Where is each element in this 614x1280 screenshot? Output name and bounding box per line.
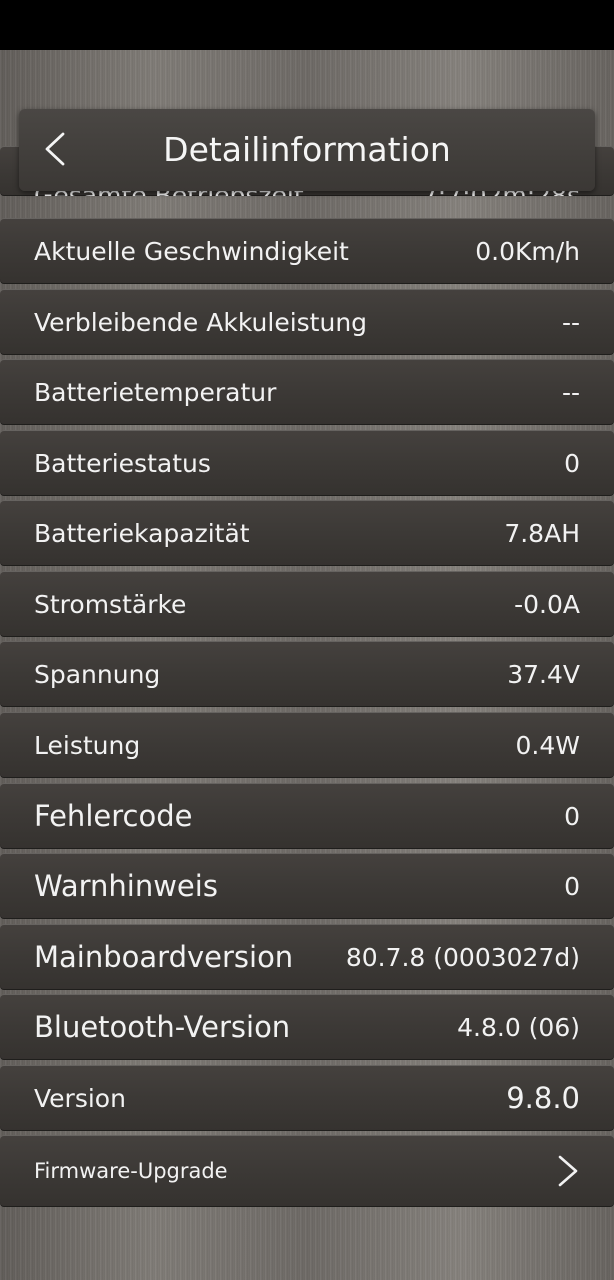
list-item-label: Aktuelle Geschwindigkeit — [34, 236, 349, 266]
list-item-label: Leistung — [34, 730, 141, 760]
firmware-upgrade-button[interactable]: Firmware-Upgrade — [0, 1135, 614, 1207]
list-item-label: Batteriekapazität — [34, 518, 250, 548]
list-item-value: 0 — [564, 871, 580, 901]
list-item-value: 0 — [564, 448, 580, 478]
list-item-value: 0 — [564, 801, 580, 831]
list-item-value: 0.4W — [515, 730, 580, 760]
list-item-label: Warnhinweis — [34, 869, 218, 903]
list-item-warning: Warnhinweis 0 — [0, 853, 614, 919]
list-item-label: Version — [34, 1083, 126, 1113]
list-item-current: Stromstärke -0.0A — [0, 571, 614, 637]
list-item-current-speed: Aktuelle Geschwindigkeit 0.0Km/h — [0, 218, 614, 284]
list-item-value: 37.4V — [507, 659, 580, 689]
list-item-battery-status: Batteriestatus 0 — [0, 430, 614, 496]
list-item-bluetooth-version: Bluetooth-Version 4.8.0 (06) — [0, 994, 614, 1060]
list-item-value: -- — [561, 377, 580, 407]
list-item-label: Batteriestatus — [34, 448, 211, 478]
list-item-error-code: Fehlercode 0 — [0, 783, 614, 849]
list-item-value: 9.8.0 — [506, 1081, 580, 1115]
list-item-mainboard-version: Mainboardversion 80.7.8 (0003027d) — [0, 924, 614, 990]
list-item-value: -- — [561, 307, 580, 337]
header-bar: Detailinformation — [19, 109, 595, 191]
list-item-value: 4.8.0 (06) — [457, 1012, 580, 1042]
list-item-battery-temperature: Batterietemperatur -- — [0, 359, 614, 425]
chevron-right-icon — [558, 1155, 578, 1187]
list-item-label: Batterietemperatur — [34, 377, 277, 407]
list-item-label: Verbleibende Akkuleistung — [34, 307, 368, 337]
list-item-version: Version 9.8.0 — [0, 1065, 614, 1131]
list-item-battery-capacity: Batteriekapazität 7.8AH — [0, 500, 614, 566]
list-item-remaining-battery: Verbleibende Akkuleistung -- — [0, 289, 614, 355]
list-item-voltage: Spannung 37.4V — [0, 641, 614, 707]
list-item-label: Mainboardversion — [34, 940, 294, 974]
list-item-value: -0.0A — [514, 589, 580, 619]
list-item-value: 0.0Km/h — [475, 236, 580, 266]
list-item-label: Bluetooth-Version — [34, 1010, 291, 1044]
list-item-label: Spannung — [34, 659, 161, 689]
firmware-upgrade-label: Firmware-Upgrade — [34, 1159, 228, 1183]
status-bar — [0, 0, 614, 50]
list-item-label: Fehlercode — [34, 799, 193, 833]
list-item-value: 7.8AH — [504, 518, 580, 548]
page-title: Detailinformation — [163, 130, 451, 169]
list-item-value: 80.7.8 (0003027d) — [345, 942, 580, 972]
list-item-power: Leistung 0.4W — [0, 712, 614, 778]
list-item-label: Stromstärke — [34, 589, 187, 619]
